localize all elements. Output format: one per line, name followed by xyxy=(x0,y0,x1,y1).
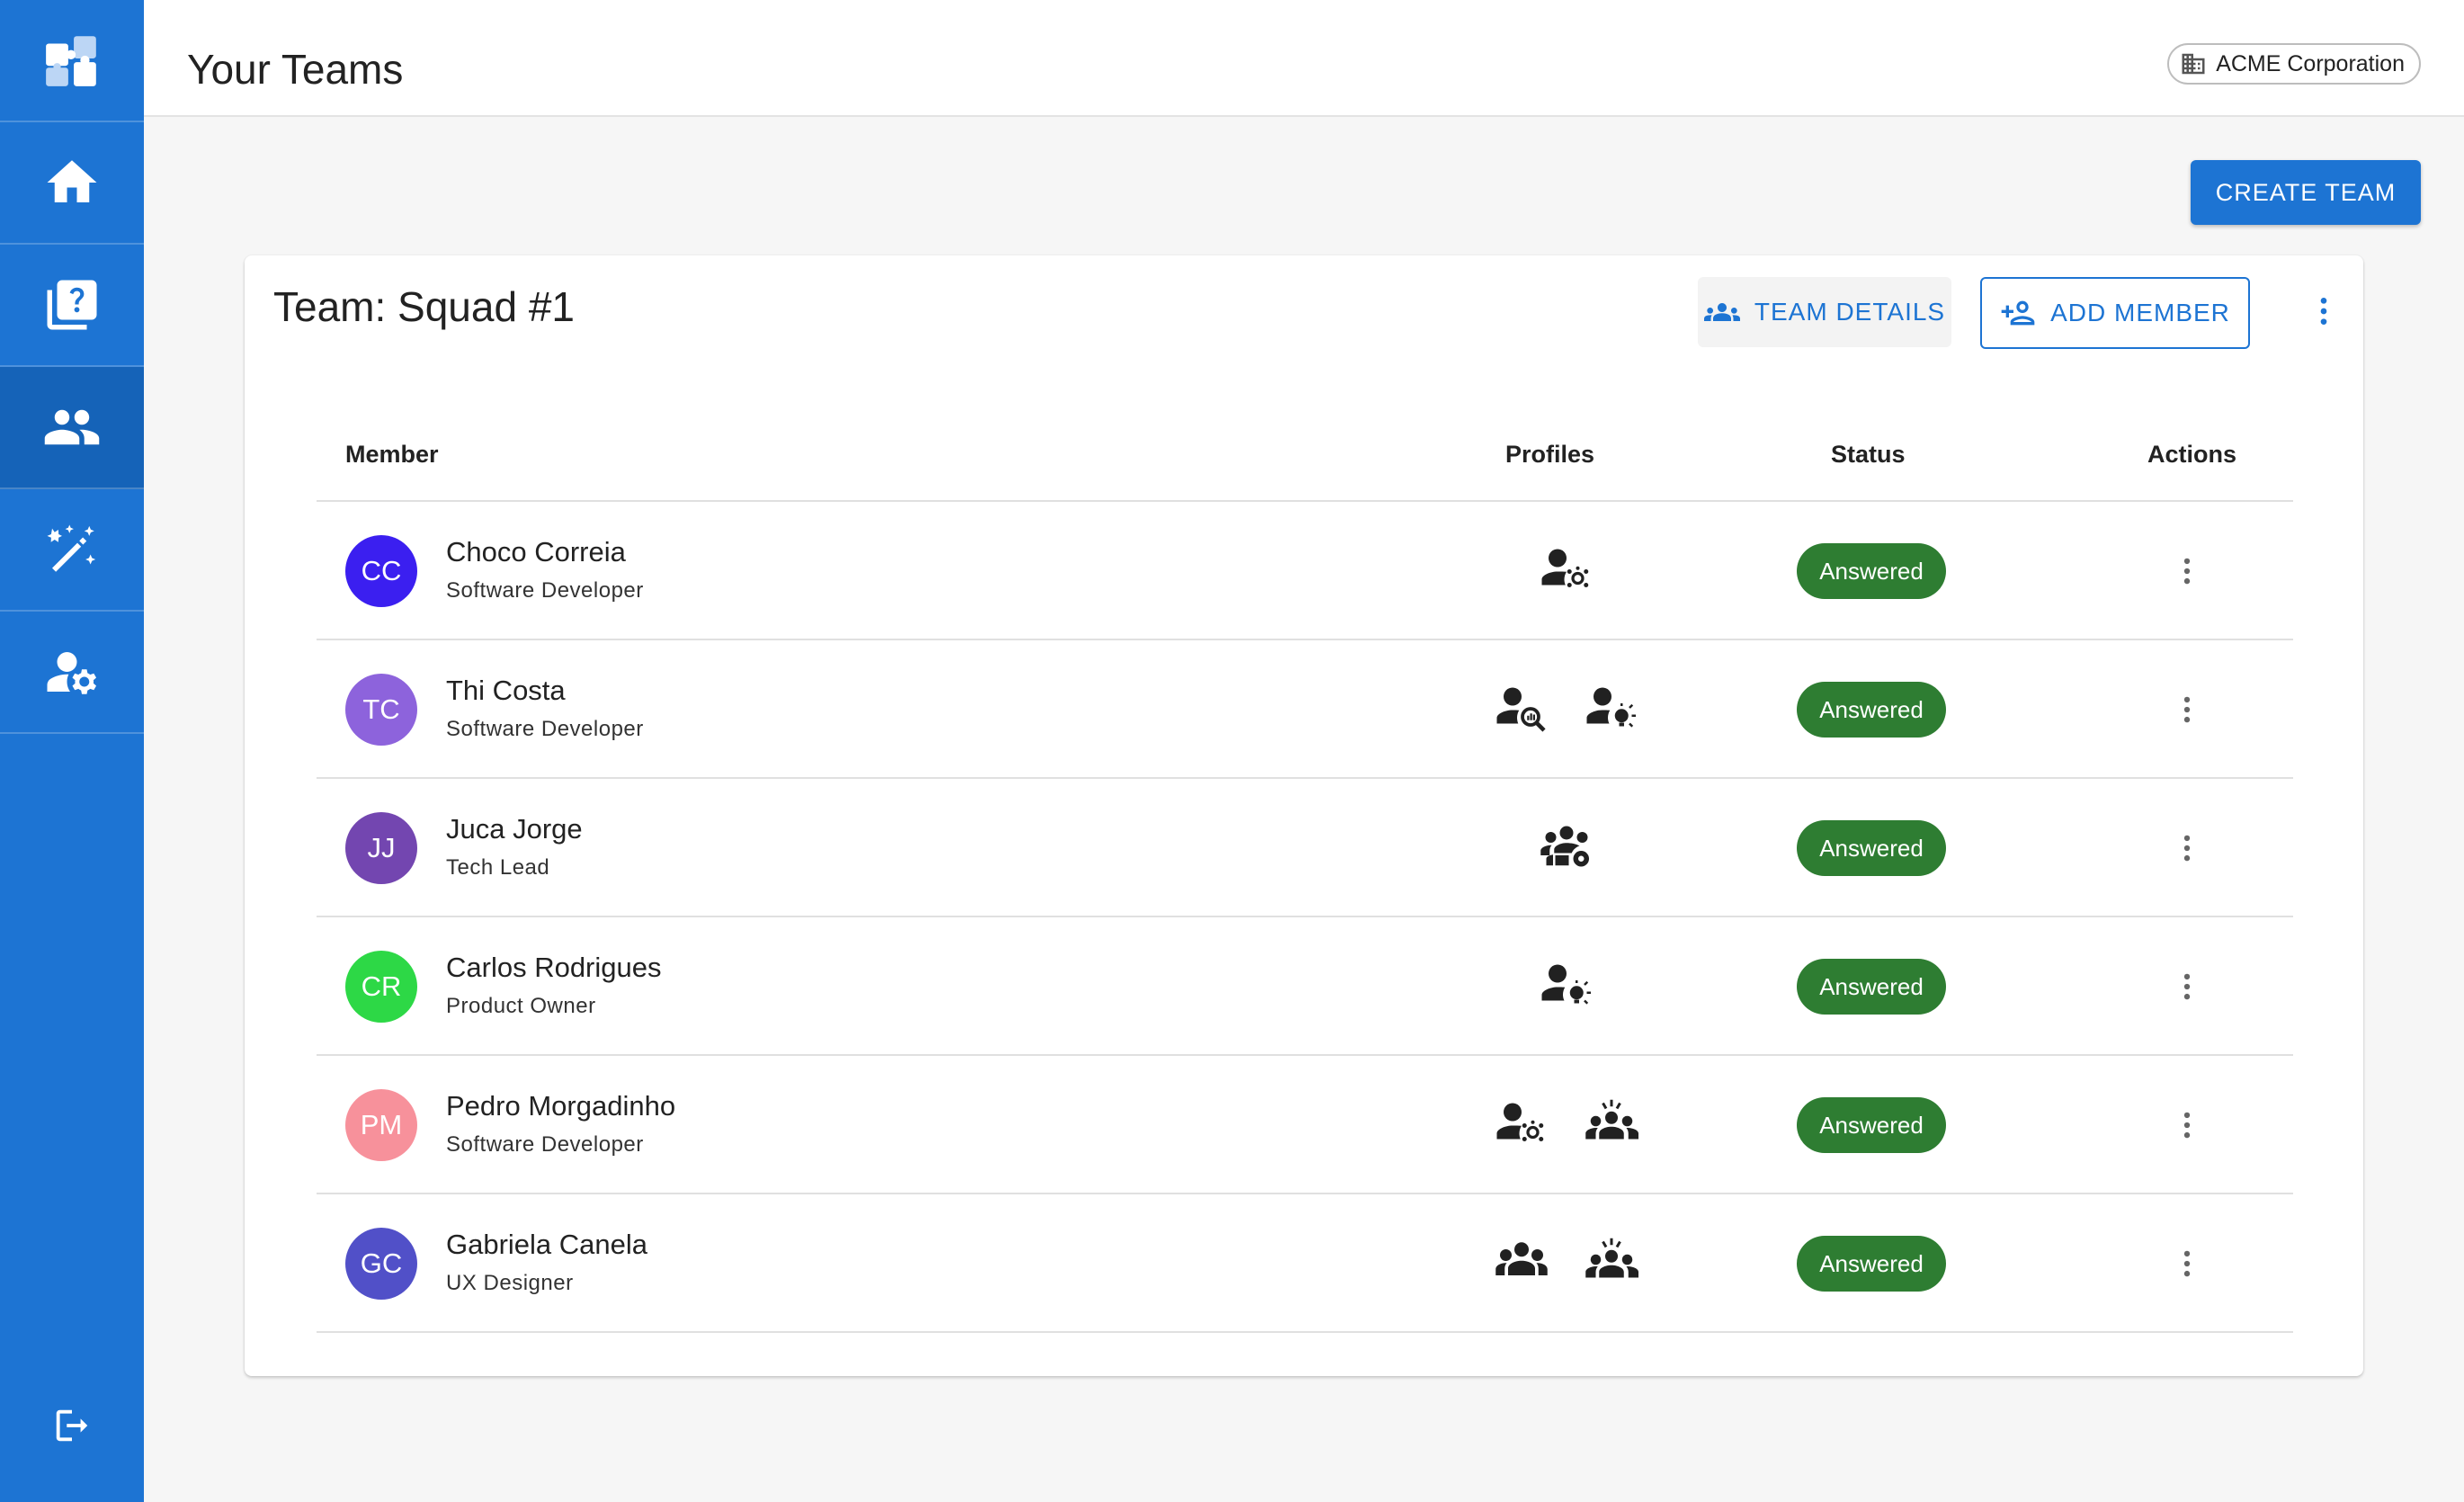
nav-home[interactable] xyxy=(0,122,144,245)
member-role: Software Developer xyxy=(446,1132,644,1157)
logout-button[interactable] xyxy=(0,1385,144,1466)
page-title: Your Teams xyxy=(187,46,404,93)
more-vert-icon xyxy=(2183,835,2191,862)
person-idea-icon xyxy=(1540,958,1594,1016)
column-profiles: Profiles xyxy=(1505,441,1595,468)
app-logo[interactable] xyxy=(0,0,144,122)
group-celebrate-icon xyxy=(1585,1096,1638,1155)
table-row: GC Gabriela Canela UX Designer Answered xyxy=(317,1194,2293,1333)
member-name: Pedro Morgadinho xyxy=(446,1090,676,1122)
member-role: Product Owner xyxy=(446,994,596,1018)
table-header: Member Profiles Status Actions xyxy=(317,408,2293,502)
status-badge: Answered xyxy=(1797,682,1946,738)
magic-wand-icon xyxy=(47,524,96,572)
member-role: Software Developer xyxy=(446,578,644,603)
avatar: JJ xyxy=(345,812,417,884)
team-title: Team: Squad #1 xyxy=(273,283,576,330)
member-name: Thi Costa xyxy=(446,675,566,706)
team-details-label: TEAM DETAILS xyxy=(1754,298,1946,326)
create-team-button[interactable]: CREATE TEAM xyxy=(2191,160,2421,225)
puzzle-logo-icon xyxy=(46,36,96,86)
more-vert-icon xyxy=(2183,1250,2191,1277)
status-badge: Answered xyxy=(1797,959,1946,1015)
groups-icon xyxy=(1703,303,1740,321)
more-vert-icon xyxy=(2183,696,2191,723)
quiz-icon xyxy=(47,280,97,330)
member-name: Choco Correia xyxy=(446,536,626,568)
profile-icons xyxy=(1414,917,1719,1056)
profile-icons xyxy=(1414,1056,1719,1194)
row-actions-button[interactable] xyxy=(2169,969,2205,1005)
nav-teams[interactable] xyxy=(0,367,144,489)
add-member-button[interactable]: ADD MEMBER xyxy=(1980,277,2250,349)
nav-questionnaires[interactable] xyxy=(0,245,144,367)
team-details-button[interactable]: TEAM DETAILS xyxy=(1698,277,1951,347)
status-badge: Answered xyxy=(1797,1236,1946,1292)
profile-icons xyxy=(1414,640,1719,779)
member-role: Tech Lead xyxy=(446,855,550,880)
table-row: JJ Juca Jorge Tech Lead Answered xyxy=(317,779,2293,917)
avatar: CC xyxy=(345,535,417,607)
status-badge: Answered xyxy=(1797,820,1946,876)
avatar: GC xyxy=(345,1228,417,1300)
more-vert-icon xyxy=(2320,298,2327,325)
row-actions-button[interactable] xyxy=(2169,830,2205,866)
column-status: Status xyxy=(1831,441,1906,468)
status-badge: Answered xyxy=(1797,1097,1946,1153)
more-vert-icon xyxy=(2183,558,2191,585)
organization-chip[interactable]: ACME Corporation xyxy=(2167,43,2421,85)
member-name: Juca Jorge xyxy=(446,813,583,845)
profile-icons xyxy=(1414,502,1719,640)
status-badge: Answered xyxy=(1797,543,1946,599)
person-network-icon xyxy=(1540,542,1594,601)
manage-accounts-icon xyxy=(47,652,97,694)
person-idea-icon xyxy=(1585,681,1638,739)
column-actions: Actions xyxy=(2147,441,2237,468)
avatar: CR xyxy=(345,951,417,1023)
person-network-icon xyxy=(1495,1096,1549,1155)
group-celebrate-icon xyxy=(1585,1235,1638,1293)
row-actions-button[interactable] xyxy=(2169,553,2205,589)
row-actions-button[interactable] xyxy=(2169,692,2205,728)
building-icon xyxy=(2182,53,2205,75)
row-actions-button[interactable] xyxy=(2169,1246,2205,1282)
more-vert-icon xyxy=(2183,973,2191,1000)
add-member-label: ADD MEMBER xyxy=(2050,299,2230,326)
table-row: TC Thi Costa Software Developer Answered xyxy=(317,640,2293,779)
profile-icons xyxy=(1414,1194,1719,1333)
member-role: UX Designer xyxy=(446,1271,574,1295)
table-row: CC Choco Correia Software Developer Answ… xyxy=(317,502,2293,640)
members-table: Member Profiles Status Actions CC Choco … xyxy=(317,408,2293,1333)
column-member: Member xyxy=(345,441,439,468)
avatar: PM xyxy=(345,1089,417,1161)
avatar: TC xyxy=(345,674,417,746)
member-role: Software Developer xyxy=(446,717,644,741)
sidebar xyxy=(0,0,144,1502)
row-actions-button[interactable] xyxy=(2169,1107,2205,1143)
person-search-chart-icon xyxy=(1495,681,1549,739)
group-settings-icon xyxy=(1540,819,1594,878)
table-row: PM Pedro Morgadinho Software Developer A… xyxy=(317,1056,2293,1194)
member-name: Carlos Rodrigues xyxy=(446,952,662,983)
people-icon xyxy=(44,409,100,445)
group-icon xyxy=(1495,1235,1549,1293)
profile-icons xyxy=(1414,779,1719,917)
table-body: CC Choco Correia Software Developer Answ… xyxy=(317,502,2293,1333)
more-vert-icon xyxy=(2183,1112,2191,1139)
logout-icon xyxy=(56,1409,88,1442)
team-menu-button[interactable] xyxy=(2304,291,2343,331)
nav-user-settings[interactable] xyxy=(0,612,144,734)
member-name: Gabriela Canela xyxy=(446,1229,648,1260)
organization-name: ACME Corporation xyxy=(2216,50,2405,76)
top-bar: Your Teams ACME Corporation xyxy=(144,0,2464,117)
table-row: CR Carlos Rodrigues Product Owner Answer… xyxy=(317,917,2293,1056)
home-icon xyxy=(47,160,97,202)
team-card: Team: Squad #1 TEAM DETAILS ADD MEMBER M… xyxy=(245,255,2363,1376)
person-add-icon xyxy=(2001,300,2035,326)
nav-magic[interactable] xyxy=(0,489,144,612)
